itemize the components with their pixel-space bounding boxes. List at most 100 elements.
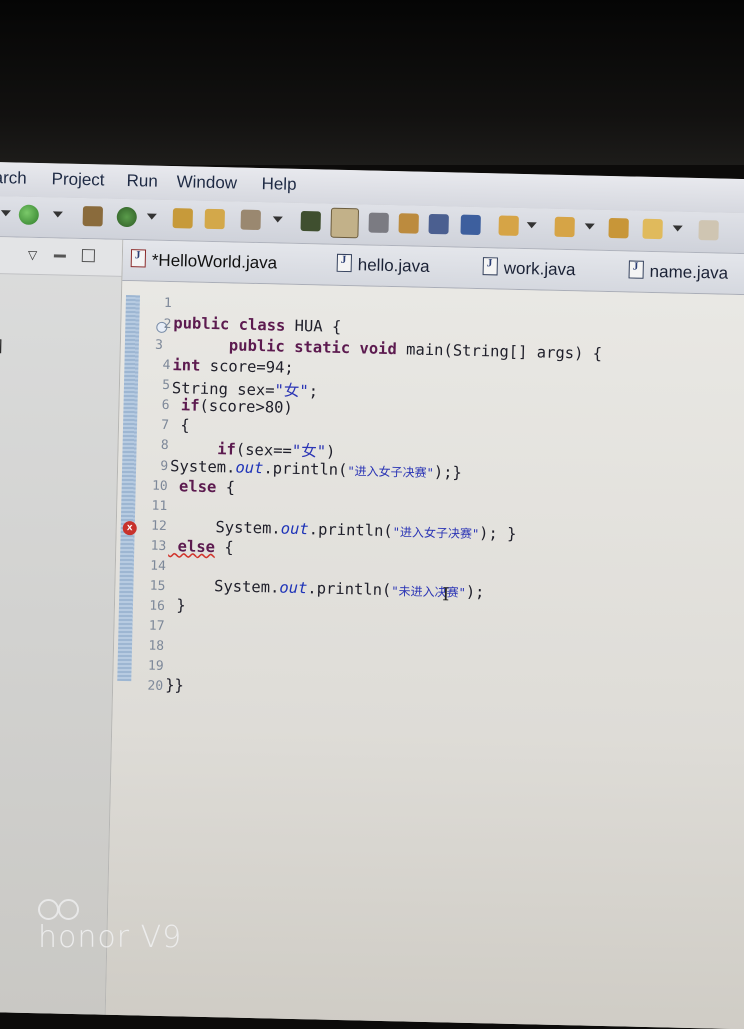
open-type-icon[interactable] [172,208,193,229]
code-line: else { [169,477,235,496]
maximize-icon[interactable] [81,249,96,263]
dropdown-arrow-icon[interactable] [0,210,11,217]
open-folder-icon[interactable] [204,208,225,230]
java-file-icon: J [482,257,498,276]
back-icon[interactable] [642,218,663,240]
line-number: 20 [147,678,164,694]
view-menu-icon[interactable]: ▽ [28,248,38,262]
panel-fragment-text: 3] [0,336,3,355]
line-number: 3 [154,337,164,353]
tab-label: hello.java [357,255,430,276]
code-text: score=94; [200,356,294,377]
code-text: .println( [308,520,393,541]
minimize-icon[interactable] [53,254,66,258]
code-text: { [214,538,234,557]
run-icon[interactable] [18,204,40,226]
next-dropdown-icon[interactable] [526,222,537,229]
tab-label: work.java [503,258,576,280]
prev-annotation-icon[interactable] [554,216,575,238]
line-number: 2 [163,316,172,333]
menu-help[interactable]: Help [261,174,296,195]
code-line: System.out.println("未进入决赛"); [167,576,485,602]
whitespace-icon[interactable] [460,214,481,236]
keyword: if [217,440,237,459]
code-line: { [170,416,190,435]
line-number: 16 [149,598,166,614]
code-line: int score=94; [172,356,294,377]
code-text: (sex== [235,440,293,460]
line-number: 1 [163,295,173,312]
java-file-icon: J [336,253,353,273]
tab-label: name.java [649,261,729,283]
package-icon[interactable] [82,206,104,227]
watermark-dual-lens-icon [38,898,82,920]
next-annotation-icon[interactable] [498,215,519,236]
static-field: out [280,519,309,539]
code-line: } [166,596,186,615]
code-text: .println( [307,579,392,600]
line-number: 18 [148,638,165,654]
monitor-bezel [0,0,744,165]
left-panel-header: ▽ [0,236,123,277]
code-text: ); [465,582,485,602]
menu-window[interactable]: Window [176,172,237,193]
line-number: 17 [148,618,165,634]
line-number: 11 [151,498,168,515]
line-number: 9 [160,458,169,475]
error-keyword[interactable]: else [168,537,215,556]
code-line: public class HUA { [173,314,341,336]
string-literal: "女" [274,381,309,401]
code-text: System. [215,518,281,538]
annotation-icon[interactable] [398,213,419,234]
pen-icon[interactable] [330,207,360,239]
string-literal: "进入女子决赛" [392,525,480,542]
string-literal: "进入女子决赛" [347,464,434,481]
error-icon[interactable]: x [122,521,137,536]
line-number: 5 [161,377,171,394]
static-field: out [279,578,308,598]
menu-project[interactable]: Project [51,169,104,190]
last-edit-icon[interactable] [608,217,629,239]
tab-work[interactable]: Jwork.java [482,257,576,289]
run-dropdown-icon[interactable] [52,211,63,218]
code-line: else { [168,537,234,557]
menu-search[interactable]: arch [0,168,27,189]
string-literal: "未进入决赛" [391,584,466,600]
code-text: (score>80) [199,396,294,417]
search-icon[interactable] [300,210,321,232]
code-text: main(String[] args) { [396,340,603,363]
text-cursor-icon: I [442,584,450,606]
menu-run[interactable]: Run [126,171,158,192]
tab-helloworld[interactable]: J *HelloWorld.java [130,249,277,282]
line-number: 8 [160,437,169,454]
code-text: .println( [263,459,348,480]
prev-dropdown-icon[interactable] [584,223,595,230]
refresh-icon[interactable] [116,206,138,228]
back-dropdown-icon[interactable] [672,225,683,232]
java-file-icon: J [628,260,644,279]
mark-icon[interactable] [368,212,389,233]
code-editor[interactable]: x 1 2 3 4 5 6 7 8 9 10 11 12 13 14 15 16… [105,280,744,1029]
refresh-dropdown-icon[interactable] [146,213,157,220]
tab-label: *HelloWorld.java [151,250,278,273]
ide-screen: arch Project Run Window Help ▽ 3] J *Hel… [0,162,744,1029]
code-text: { [216,478,236,497]
tool-icon[interactable] [240,209,261,231]
code-text: System. [213,577,280,597]
line-number: 10 [151,478,168,495]
tool-dropdown-icon[interactable] [272,216,283,223]
code-line: if(score>80) [171,396,293,417]
forward-icon[interactable] [698,220,719,241]
keyword: int [172,356,201,375]
tab-hello[interactable]: Jhello.java [336,253,430,286]
keyword: else [169,477,217,497]
keyword: public static void [228,336,398,359]
tab-name[interactable]: Jname.java [628,260,728,292]
block-icon[interactable] [428,213,449,235]
line-number: 13 [150,538,167,555]
watermark-brand: honor V9 [38,920,183,955]
